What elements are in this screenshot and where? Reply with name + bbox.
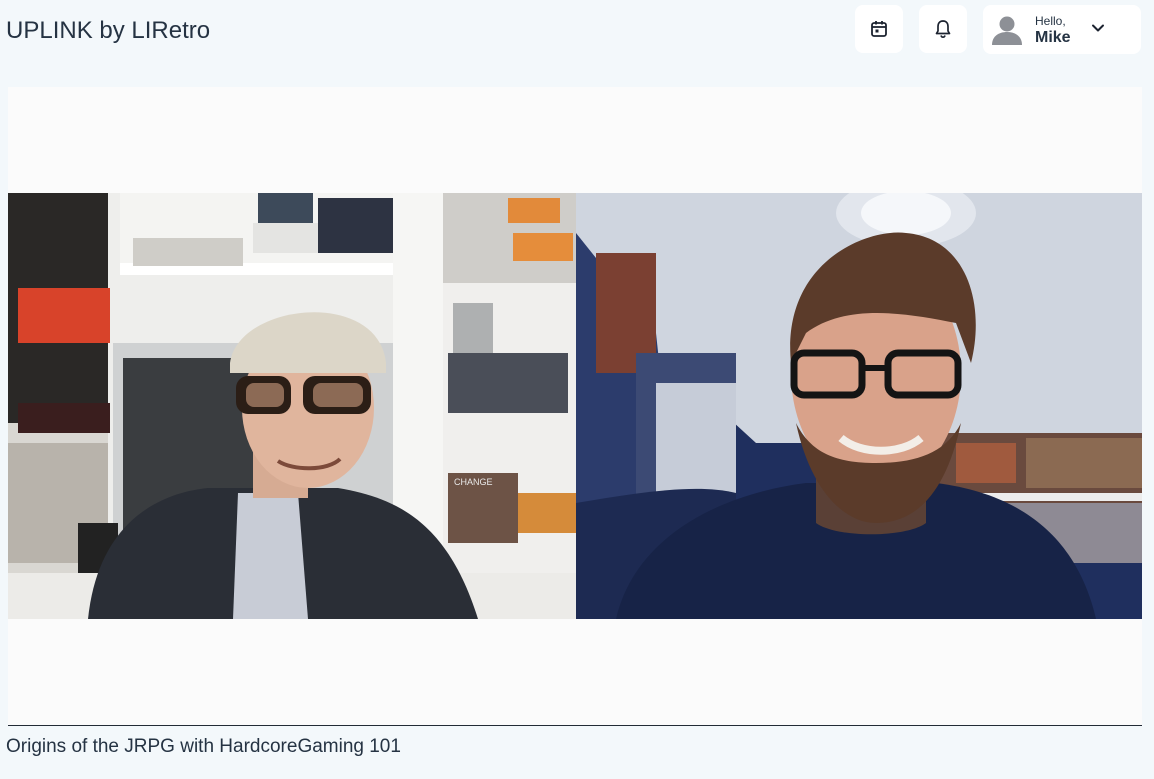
notifications-button[interactable] [919, 5, 967, 53]
user-menu[interactable]: Hello, Mike [983, 5, 1141, 54]
app-title: UPLINK by LIRetro [6, 17, 211, 44]
video-feed-left: CHANGE [8, 193, 576, 619]
chevron-down-icon [1092, 24, 1104, 32]
video-feed-right [576, 193, 1142, 619]
change-machine-label: CHANGE [454, 477, 493, 487]
calendar-button[interactable] [855, 5, 903, 53]
video-frame[interactable]: CHANGE [8, 193, 1142, 619]
bell-icon [935, 20, 951, 39]
greeting-label: Hello, [1035, 14, 1066, 28]
video-title: Origins of the JRPG with HardcoreGaming … [6, 736, 401, 757]
user-avatar-icon [992, 16, 1022, 45]
video-player[interactable]: CHANGE [8, 87, 1142, 726]
user-name: Mike [1035, 29, 1071, 46]
calendar-icon [871, 21, 887, 37]
